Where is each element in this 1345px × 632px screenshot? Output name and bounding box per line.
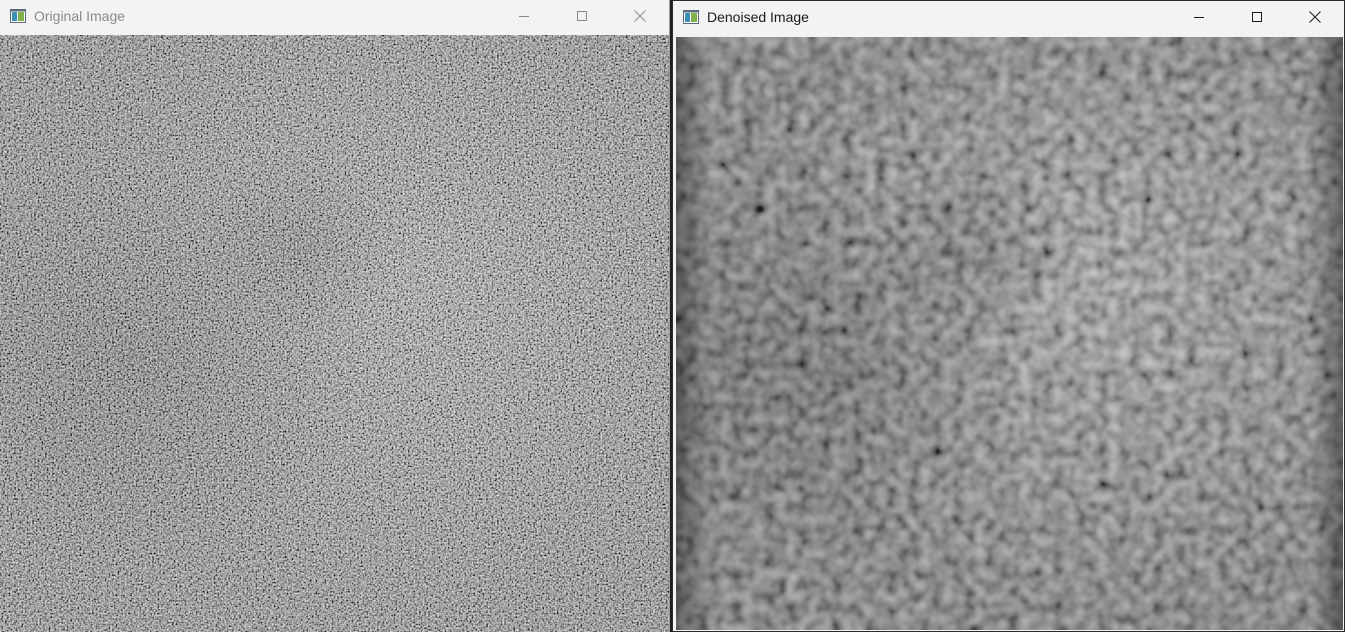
close-button[interactable] <box>1286 1 1344 33</box>
maximize-button[interactable] <box>553 0 611 32</box>
minimize-icon <box>519 16 529 17</box>
titlebar[interactable]: Denoised Image <box>673 1 1344 33</box>
maximize-button[interactable] <box>1228 1 1286 33</box>
window-title: Original Image <box>34 8 126 24</box>
maximize-icon <box>577 11 587 21</box>
denoised-image-canvas <box>676 37 1343 630</box>
close-icon <box>634 10 646 22</box>
app-window-icon <box>10 9 26 23</box>
minimize-button[interactable] <box>1170 1 1228 33</box>
original-image-canvas <box>0 35 669 632</box>
close-icon <box>1309 11 1321 23</box>
minimize-button[interactable] <box>495 0 553 32</box>
titlebar[interactable]: Original Image <box>0 0 669 32</box>
app-window-icon <box>683 10 699 24</box>
noisy-image <box>0 35 669 632</box>
close-button[interactable] <box>611 0 669 32</box>
denoised-image <box>676 37 1343 630</box>
maximize-icon <box>1252 12 1262 22</box>
original-image-window[interactable]: Original Image <box>0 0 670 632</box>
window-title: Denoised Image <box>707 9 809 25</box>
denoised-image-window[interactable]: Denoised Image <box>672 0 1345 632</box>
minimize-icon <box>1194 17 1204 18</box>
